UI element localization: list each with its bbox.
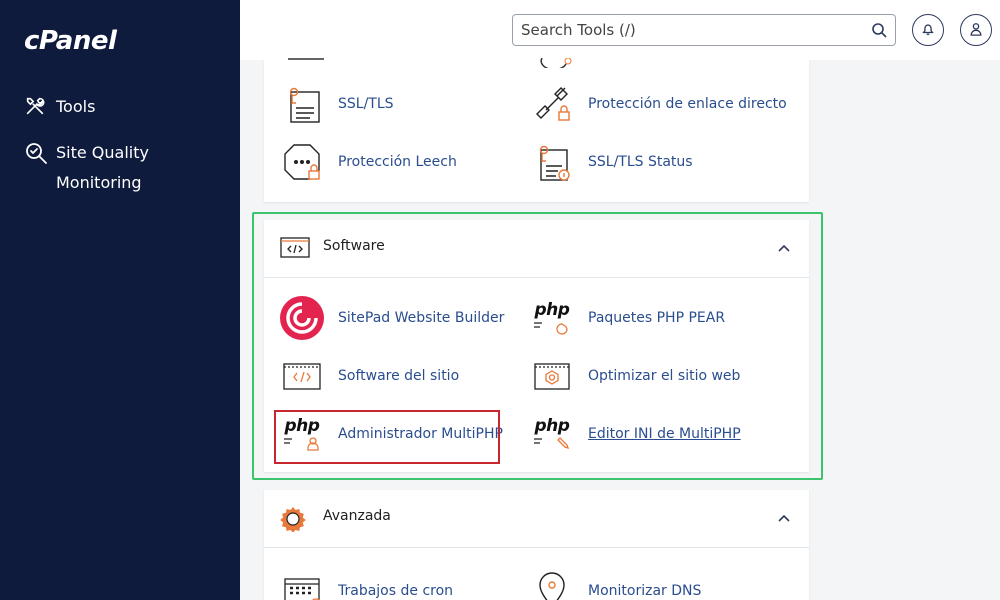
- tool-label: Software del sitio: [338, 368, 460, 384]
- sidebar-item-label: Site Quality Monitoring: [56, 143, 149, 192]
- tool-optimize-website[interactable]: Optimizar el sitio web: [530, 354, 740, 398]
- tool-label: Monitorizar DNS: [588, 583, 702, 599]
- tool-label: SSL/TLS: [338, 96, 394, 112]
- tool-leech-protection[interactable]: Protección Leech: [280, 140, 457, 184]
- chevron-up-icon[interactable]: [776, 240, 792, 256]
- cpanel-logo[interactable]: cPanel: [24, 26, 117, 56]
- search-box[interactable]: [512, 14, 896, 46]
- user-menu-button[interactable]: [960, 14, 992, 46]
- tool-label: Administrador MultiPHP: [338, 426, 503, 442]
- tool-label: Trabajos de cron: [338, 583, 454, 599]
- tool-ssl-tls[interactable]: SSL/TLS: [280, 82, 394, 126]
- tool-label: Editor INI de MultiPHP: [588, 426, 741, 442]
- tool-label: Paquetes PHP PEAR: [588, 310, 726, 326]
- tool-label: Protección Leech: [338, 154, 457, 170]
- tool-cron-jobs[interactable]: Trabajos de cron: [280, 569, 453, 600]
- advanced-section-header[interactable]: Avanzada: [264, 490, 809, 548]
- tool-site-software[interactable]: Software del sitio: [280, 354, 459, 398]
- section-title: Avanzada: [323, 508, 391, 524]
- security-section-card: SSL/TLS Protección de enlace directo Pro…: [264, 58, 809, 202]
- tool-label: SitePad Website Builder: [338, 310, 505, 326]
- certificate-status-icon: [530, 140, 574, 184]
- advanced-section-card: Avanzada Trabajos de cron Monitorizar DN…: [264, 490, 809, 600]
- section-title: Software: [323, 238, 385, 254]
- sidebar-item-site-quality-monitoring[interactable]: Site Quality Monitoring: [24, 138, 224, 198]
- tool-multiphp-manager[interactable]: php Administrador MultiPHP: [280, 412, 503, 456]
- tool-php-pear-packages[interactable]: php Paquetes PHP PEAR: [530, 296, 725, 340]
- tool-label: Protección de enlace directo: [588, 96, 787, 112]
- tool-ssl-tls-status[interactable]: SSL/TLS Status: [530, 140, 693, 184]
- php-manager-icon: php: [280, 412, 324, 456]
- software-section-card: Software SitePad Website Builder php Paq…: [264, 220, 809, 472]
- magnifier-check-icon: [24, 141, 48, 165]
- bell-icon: [921, 21, 935, 40]
- sitepad-logo-icon: [280, 296, 324, 340]
- code-window-icon: [280, 236, 310, 262]
- chevron-up-icon[interactable]: [776, 510, 792, 526]
- top-header: [240, 0, 1000, 60]
- gear-icon: [280, 506, 310, 533]
- cropped-icon: [540, 58, 572, 68]
- location-pin-icon: [530, 569, 574, 600]
- code-window-icon: [280, 354, 324, 398]
- tool-hotlink-protection[interactable]: Protección de enlace directo: [530, 82, 787, 126]
- certificate-icon: [280, 82, 324, 126]
- software-section-header[interactable]: Software: [264, 220, 809, 278]
- search-input[interactable]: [521, 21, 861, 39]
- user-icon: [969, 21, 983, 40]
- sidebar-item-tools[interactable]: Tools: [24, 92, 95, 122]
- notifications-button[interactable]: [912, 14, 944, 46]
- cropped-icon: [288, 58, 324, 60]
- sidebar: cPanel Tools Site Quality Monitoring: [0, 0, 240, 600]
- search-icon[interactable]: [871, 22, 887, 38]
- php-pear-icon: php: [530, 296, 574, 340]
- tool-sitepad-website-builder[interactable]: SitePad Website Builder: [280, 296, 504, 340]
- chain-lock-icon: [530, 82, 574, 126]
- sidebar-item-label: Tools: [56, 97, 96, 116]
- tool-multiphp-ini-editor[interactable]: php Editor INI de MultiPHP: [530, 412, 741, 456]
- tool-label: SSL/TLS Status: [588, 154, 693, 170]
- tool-dns-monitor[interactable]: Monitorizar DNS: [530, 569, 701, 600]
- tool-label: Optimizar el sitio web: [588, 368, 741, 384]
- php-ini-editor-icon: php: [530, 412, 574, 456]
- optimize-icon: [530, 354, 574, 398]
- octagon-lock-icon: [280, 140, 324, 184]
- tools-icon: [24, 95, 48, 119]
- calendar-icon: [280, 569, 324, 600]
